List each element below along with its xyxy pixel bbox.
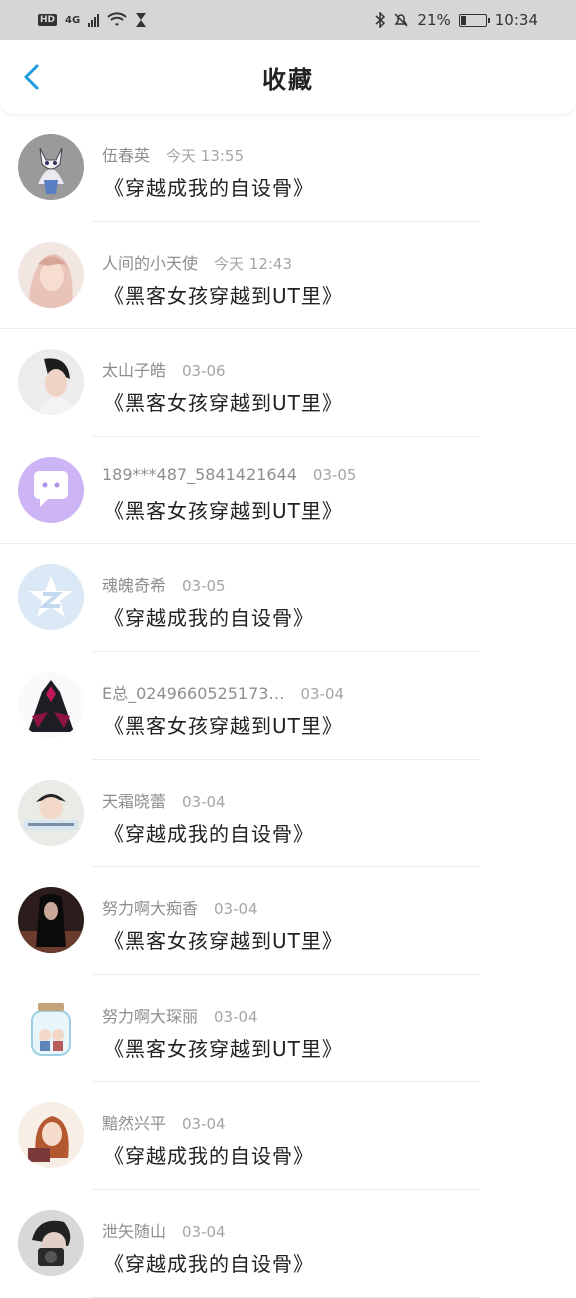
timestamp: 今天 13:55 bbox=[166, 147, 245, 165]
book-title[interactable]: 《穿越成我的自设骨》 bbox=[104, 818, 314, 847]
item-meta: 努力啊大痴香 03-04 bbox=[102, 895, 258, 919]
list-item[interactable]: 189***487_5841421644 03-05 《黑客女孩穿越到UT里》 bbox=[0, 437, 576, 545]
hourglass-icon bbox=[136, 13, 147, 27]
username[interactable]: 泄矢随山 bbox=[102, 1222, 166, 1241]
item-meta: 伍春英 今天 13:55 bbox=[102, 142, 244, 166]
divider bbox=[92, 1296, 480, 1298]
book-title[interactable]: 《黑客女孩穿越到UT里》 bbox=[104, 925, 343, 954]
item-meta: 黯然兴平 03-04 bbox=[102, 1110, 226, 1134]
chevron-left-icon[interactable] bbox=[18, 62, 48, 92]
timestamp: 03-05 bbox=[312, 465, 357, 484]
username[interactable]: 努力啊大琛丽 bbox=[102, 1007, 198, 1026]
item-meta: 189***487_5841421644 03-05 bbox=[102, 465, 356, 484]
clock: 10:34 bbox=[494, 11, 538, 29]
battery-icon bbox=[458, 13, 490, 27]
book-title[interactable]: 《穿越成我的自设骨》 bbox=[104, 1248, 314, 1277]
item-meta: 魂魄奇希 03-05 bbox=[102, 572, 226, 596]
timestamp: 03-04 bbox=[214, 900, 258, 919]
list-item[interactable]: 黯然兴平 03-04 《穿越成我的自设骨》 bbox=[0, 1082, 576, 1190]
status-left: HD 4G bbox=[38, 12, 147, 28]
wifi-icon bbox=[107, 12, 127, 26]
avatar[interactable] bbox=[18, 779, 84, 846]
timestamp: 03-04 bbox=[214, 1007, 258, 1026]
timestamp: 03-06 bbox=[182, 362, 226, 381]
item-meta: E总_0249660525173… 03-04 bbox=[102, 680, 344, 704]
avatar[interactable] bbox=[18, 456, 84, 523]
book-title[interactable]: 《黑客女孩穿越到UT里》 bbox=[104, 710, 343, 739]
avatar[interactable] bbox=[18, 564, 84, 631]
book-title[interactable]: 《黑客女孩穿越到UT里》 bbox=[104, 387, 343, 416]
book-title[interactable]: 《穿越成我的自设骨》 bbox=[104, 172, 314, 201]
username[interactable]: E总_0249660525173… bbox=[102, 684, 284, 703]
network-label: 4G bbox=[65, 14, 81, 26]
avatar[interactable] bbox=[18, 994, 84, 1061]
page-title: 收藏 bbox=[262, 65, 314, 94]
book-title[interactable]: 《穿越成我的自设骨》 bbox=[104, 602, 314, 631]
status-bar: HD 4G 21% 10:34 bbox=[0, 0, 576, 40]
status-right: 21% 10:34 bbox=[375, 11, 538, 29]
book-title[interactable]: 《黑客女孩穿越到UT里》 bbox=[104, 280, 343, 309]
username[interactable]: 努力啊大痴香 bbox=[102, 899, 198, 918]
timestamp: 03-05 bbox=[182, 577, 226, 596]
timestamp: 今天 12:43 bbox=[214, 254, 293, 273]
item-meta: 人间的小天使 今天 12:43 bbox=[102, 250, 292, 274]
favorites-list: 伍春英 今天 13:55 《穿越成我的自设骨》 人间的小天使 今天 12:43 《黑客女孩… bbox=[0, 114, 576, 1298]
list-item[interactable]: 伍春英 今天 13:55 《穿越成我的自设骨》 bbox=[0, 114, 576, 222]
list-item[interactable]: 努力啊大痴香 03-04 《黑客女孩穿越到UT里》 bbox=[0, 867, 576, 975]
username[interactable]: 189***487_5841421644 bbox=[102, 465, 297, 484]
list-item[interactable]: 人间的小天使 今天 12:43 《黑客女孩穿越到UT里》 bbox=[0, 222, 576, 330]
avatar[interactable] bbox=[18, 241, 84, 308]
list-item[interactable]: 天霜晓蕾 03-04 《穿越成我的自设骨》 bbox=[0, 760, 576, 868]
list-item[interactable]: 泄矢随山 03-04 《穿越成我的自设骨》 bbox=[0, 1190, 576, 1298]
battery-percent: 21% bbox=[417, 11, 451, 29]
timestamp: 03-04 bbox=[182, 1222, 226, 1241]
username[interactable]: 黯然兴平 bbox=[102, 1114, 166, 1133]
timestamp: 03-04 bbox=[182, 1115, 226, 1134]
item-meta: 太山子皓 03-06 bbox=[102, 357, 226, 381]
hd-badge: HD bbox=[38, 14, 58, 26]
list-item[interactable]: E总_0249660525173… 03-04 《黑客女孩穿越到UT里》 bbox=[0, 652, 576, 760]
list-item[interactable]: 魂魄奇希 03-05 《穿越成我的自设骨》 bbox=[0, 544, 576, 652]
bell-muted-icon bbox=[394, 13, 408, 27]
list-item[interactable]: 太山子皓 03-06 《黑客女孩穿越到UT里》 bbox=[0, 329, 576, 437]
username[interactable]: 魂魄奇希 bbox=[102, 576, 166, 595]
timestamp: 03-04 bbox=[182, 792, 226, 811]
app-header: 收藏 bbox=[0, 40, 576, 114]
username[interactable]: 人间的小天使 bbox=[102, 254, 198, 273]
signal-icon bbox=[88, 13, 100, 27]
avatar[interactable] bbox=[18, 1102, 84, 1169]
avatar[interactable] bbox=[18, 134, 84, 200]
username[interactable]: 伍春英 bbox=[102, 146, 150, 165]
book-title[interactable]: 《穿越成我的自设骨》 bbox=[104, 1140, 314, 1169]
list-item[interactable]: 努力啊大琛丽 03-04 《黑客女孩穿越到UT里》 bbox=[0, 975, 576, 1083]
item-meta: 泄矢随山 03-04 bbox=[102, 1218, 226, 1242]
avatar[interactable] bbox=[18, 1209, 84, 1276]
username[interactable]: 天霜晓蕾 bbox=[102, 792, 166, 811]
avatar[interactable] bbox=[18, 671, 84, 738]
avatar[interactable] bbox=[18, 887, 84, 954]
book-title[interactable]: 《黑客女孩穿越到UT里》 bbox=[104, 1033, 343, 1062]
username[interactable]: 太山子皓 bbox=[102, 361, 166, 380]
book-title[interactable]: 《黑客女孩穿越到UT里》 bbox=[104, 495, 343, 524]
avatar[interactable] bbox=[18, 349, 84, 416]
item-meta: 努力啊大琛丽 03-04 bbox=[102, 1003, 258, 1027]
item-meta: 天霜晓蕾 03-04 bbox=[102, 788, 226, 812]
bluetooth-icon bbox=[375, 12, 386, 28]
timestamp: 03-04 bbox=[300, 684, 345, 703]
